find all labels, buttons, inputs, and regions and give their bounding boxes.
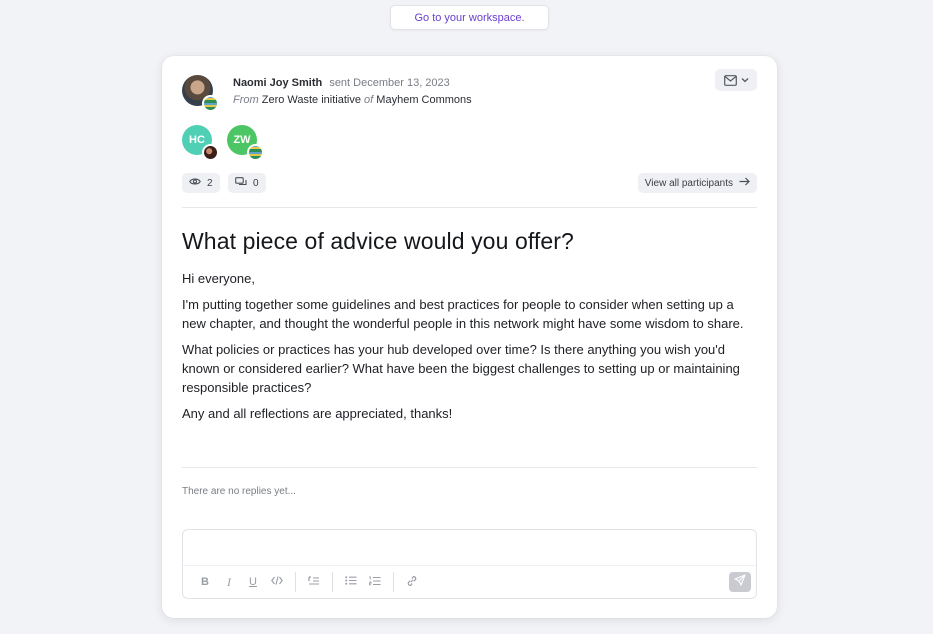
arrow-right-icon <box>739 177 750 189</box>
reply-editor: B I U <box>182 529 757 599</box>
hub-name[interactable]: Mayhem Commons <box>376 94 471 106</box>
message-body: Hi everyone, I'm putting together some g… <box>182 269 758 430</box>
message-title: What piece of advice would you offer? <box>182 228 574 254</box>
mail-options-button[interactable] <box>715 69 757 91</box>
code-button[interactable] <box>265 574 289 590</box>
view-all-participants-button[interactable]: View all participants <box>637 173 757 193</box>
body-paragraph: Hi everyone, <box>182 271 255 286</box>
formatting-toolbar: B I U <box>193 572 424 592</box>
views-value: 2 <box>207 177 213 189</box>
bullet-list-icon <box>345 576 357 588</box>
sender-name[interactable]: Naomi Joy Smith <box>233 77 322 89</box>
header-divider <box>182 207 757 208</box>
body-paragraph: What policies or practices has your hub … <box>182 342 740 395</box>
bullet-list-button[interactable] <box>339 574 363 590</box>
code-icon <box>271 576 283 588</box>
user-photo-badge <box>202 144 219 161</box>
participant-zw[interactable]: ZW <box>227 125 267 163</box>
replies-count: 0 <box>228 173 266 193</box>
underline-button[interactable]: U <box>241 574 265 590</box>
body-paragraph: I'm putting together some guidelines and… <box>182 297 744 331</box>
group-badge-icon <box>247 144 264 161</box>
numbered-list-button[interactable] <box>363 574 387 590</box>
of-label: of <box>364 94 374 106</box>
sender-avatar[interactable] <box>182 75 222 115</box>
body-divider <box>182 467 757 468</box>
toolbar-divider <box>332 572 333 592</box>
sender-line: Naomi Joy Smith sent December 13, 2023 <box>233 77 450 89</box>
comment-icon <box>235 176 247 190</box>
no-replies-text: There are no replies yet... <box>182 486 296 497</box>
body-paragraph: Any and all reflections are appreciated,… <box>182 406 453 421</box>
reply-input[interactable] <box>183 530 756 566</box>
from-label: From <box>233 94 259 106</box>
toolbar-divider <box>295 572 296 592</box>
toolbar-divider <box>393 572 394 592</box>
quote-icon <box>308 575 320 589</box>
replies-value: 0 <box>253 177 259 189</box>
from-line: From Zero Waste initiative of Mayhem Com… <box>233 94 472 106</box>
italic-button[interactable]: I <box>217 574 241 590</box>
participant-hc[interactable]: HC <box>182 125 222 163</box>
blockquote-button[interactable] <box>302 574 326 590</box>
mail-icon <box>723 74 737 86</box>
link-icon <box>406 575 418 590</box>
view-all-label: View all participants <box>644 177 733 189</box>
bold-button[interactable]: B <box>193 574 217 590</box>
send-icon <box>734 573 746 591</box>
group-name[interactable]: Zero Waste initiative <box>262 94 361 106</box>
send-button[interactable] <box>729 572 751 592</box>
link-button[interactable] <box>400 574 424 590</box>
chevron-down-icon <box>741 77 749 83</box>
sent-date: sent December 13, 2023 <box>329 77 450 89</box>
numbered-list-icon <box>369 575 381 589</box>
message-card: Naomi Joy Smith sent December 13, 2023 F… <box>162 56 777 618</box>
eye-icon <box>189 177 201 189</box>
go-to-workspace-link[interactable]: Go to your workspace. <box>390 5 549 30</box>
views-count: 2 <box>182 173 220 193</box>
group-badge-icon <box>202 95 219 112</box>
